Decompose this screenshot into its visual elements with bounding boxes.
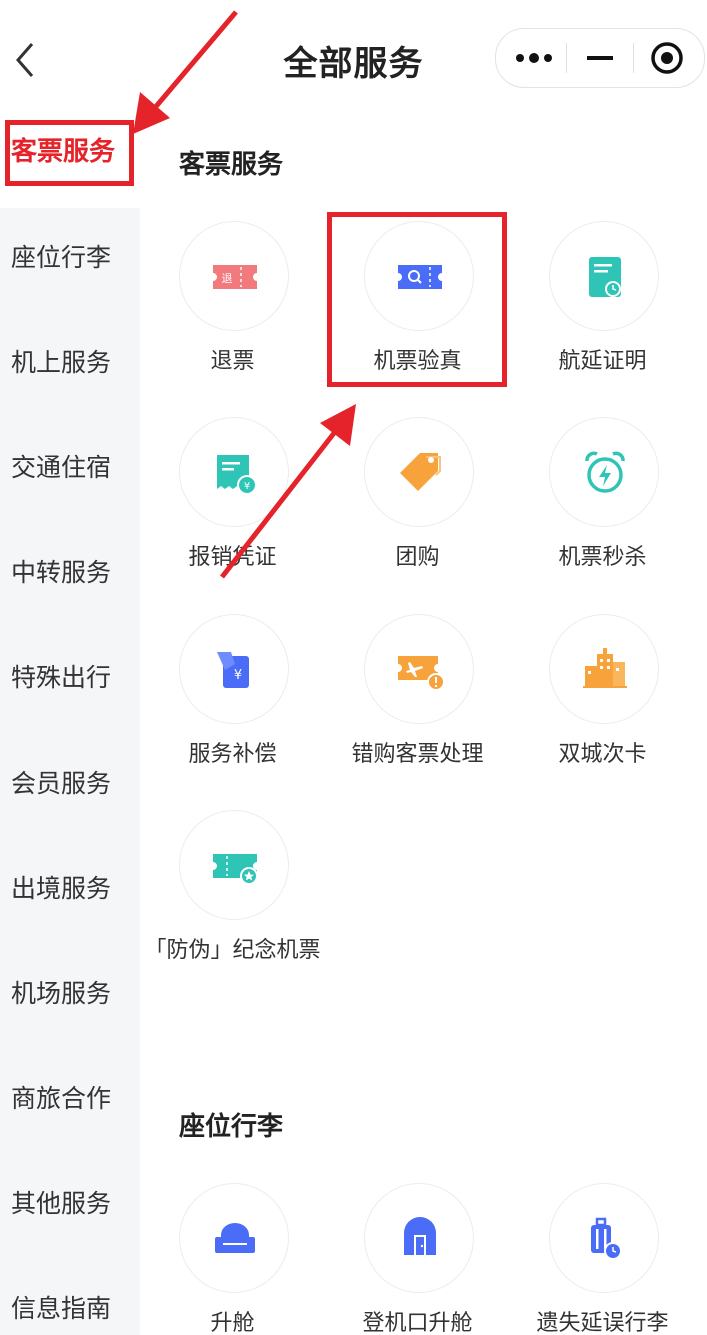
group-buy-tag-icon [364,417,474,527]
sidebar-item-transport-hotel[interactable]: 交通住宿 [0,438,140,498]
service-souvenir-ticket[interactable]: 「防伪」纪念机票 [140,810,325,990]
service-seat-upgrade[interactable]: 升舱 [140,1183,325,1335]
service-label: 双城次卡 [558,742,647,767]
service-gate-upgrade[interactable]: 登机口升舱 [325,1183,510,1335]
service-label: 航延证明 [558,349,647,374]
sidebar-item-ticket-service[interactable]: 客票服务 [0,122,140,182]
service-refund[interactable]: 退 退票 [140,221,325,401]
svg-text:¥: ¥ [234,668,242,683]
gate-upgrade-icon [364,1183,474,1293]
sidebar-item-seat-luggage[interactable]: 座位行李 [0,228,140,288]
service-dual-city-card[interactable]: 双城次卡 [510,614,695,794]
sidebar-item-transfer[interactable]: 中转服务 [0,543,140,603]
wrong-ticket-icon [364,614,474,724]
sidebar-item-outbound[interactable]: 出境服务 [0,859,140,919]
refund-ticket-icon: 退 [179,221,289,331]
sidebar-item-inflight[interactable]: 机上服务 [0,333,140,393]
service-ticket-verify[interactable]: 机票验真 [325,221,510,401]
svg-text:退: 退 [222,272,233,285]
sidebar-item-other[interactable]: 其他服务 [0,1174,140,1234]
more-dots-icon[interactable] [500,29,568,87]
service-wrong-ticket[interactable]: 错购客票处理 [325,614,510,794]
service-delay-certificate[interactable]: 航延证明 [510,221,695,401]
svg-text:¥: ¥ [244,481,250,492]
dual-city-card-icon [549,614,659,724]
category-sidebar: 客票服务 座位行李 机上服务 交通住宿 中转服务 特殊出行 会员服务 出境服务 … [0,118,140,1335]
delay-certificate-icon [549,221,659,331]
service-reimbursement[interactable]: ¥ 报销凭证 [140,417,325,597]
service-label: 遗失延误行李 [536,1311,669,1335]
service-label: 机票秒杀 [558,545,647,570]
nav-header: 全部服务 [0,0,707,118]
mini-program-capsule [495,28,705,88]
sidebar-item-member[interactable]: 会员服务 [0,754,140,814]
sidebar-item-info-guide[interactable]: 信息指南 [0,1279,140,1335]
reimbursement-receipt-icon: ¥ [179,417,289,527]
compensation-icon: ¥ [179,614,289,724]
souvenir-ticket-icon [179,810,289,920]
service-grid-panel: 客票服务 退 退票 机票验真 航延证明 ¥ 报销凭证 团购 机票秒杀 ¥ 服务补… [140,118,707,1335]
flash-sale-alarm-icon [549,417,659,527]
close-target-icon[interactable] [633,29,701,87]
service-compensation[interactable]: ¥ 服务补偿 [140,614,325,794]
service-group-buy[interactable]: 团购 [325,417,510,597]
service-flash-sale[interactable]: 机票秒杀 [510,417,695,597]
section-title: 客票服务 [179,150,284,180]
section-title: 座位行李 [179,1112,284,1142]
ticket-verify-icon [364,221,474,331]
seat-upgrade-icon [179,1183,289,1293]
sidebar-item-business[interactable]: 商旅合作 [0,1069,140,1129]
service-label: 「防伪」纪念机票 [144,938,321,963]
lost-luggage-icon [549,1183,659,1293]
minimize-icon[interactable] [566,29,634,87]
service-lost-luggage[interactable]: 遗失延误行李 [510,1183,695,1335]
sidebar-item-special-travel[interactable]: 特殊出行 [0,648,140,708]
sidebar-item-airport[interactable]: 机场服务 [0,964,140,1024]
